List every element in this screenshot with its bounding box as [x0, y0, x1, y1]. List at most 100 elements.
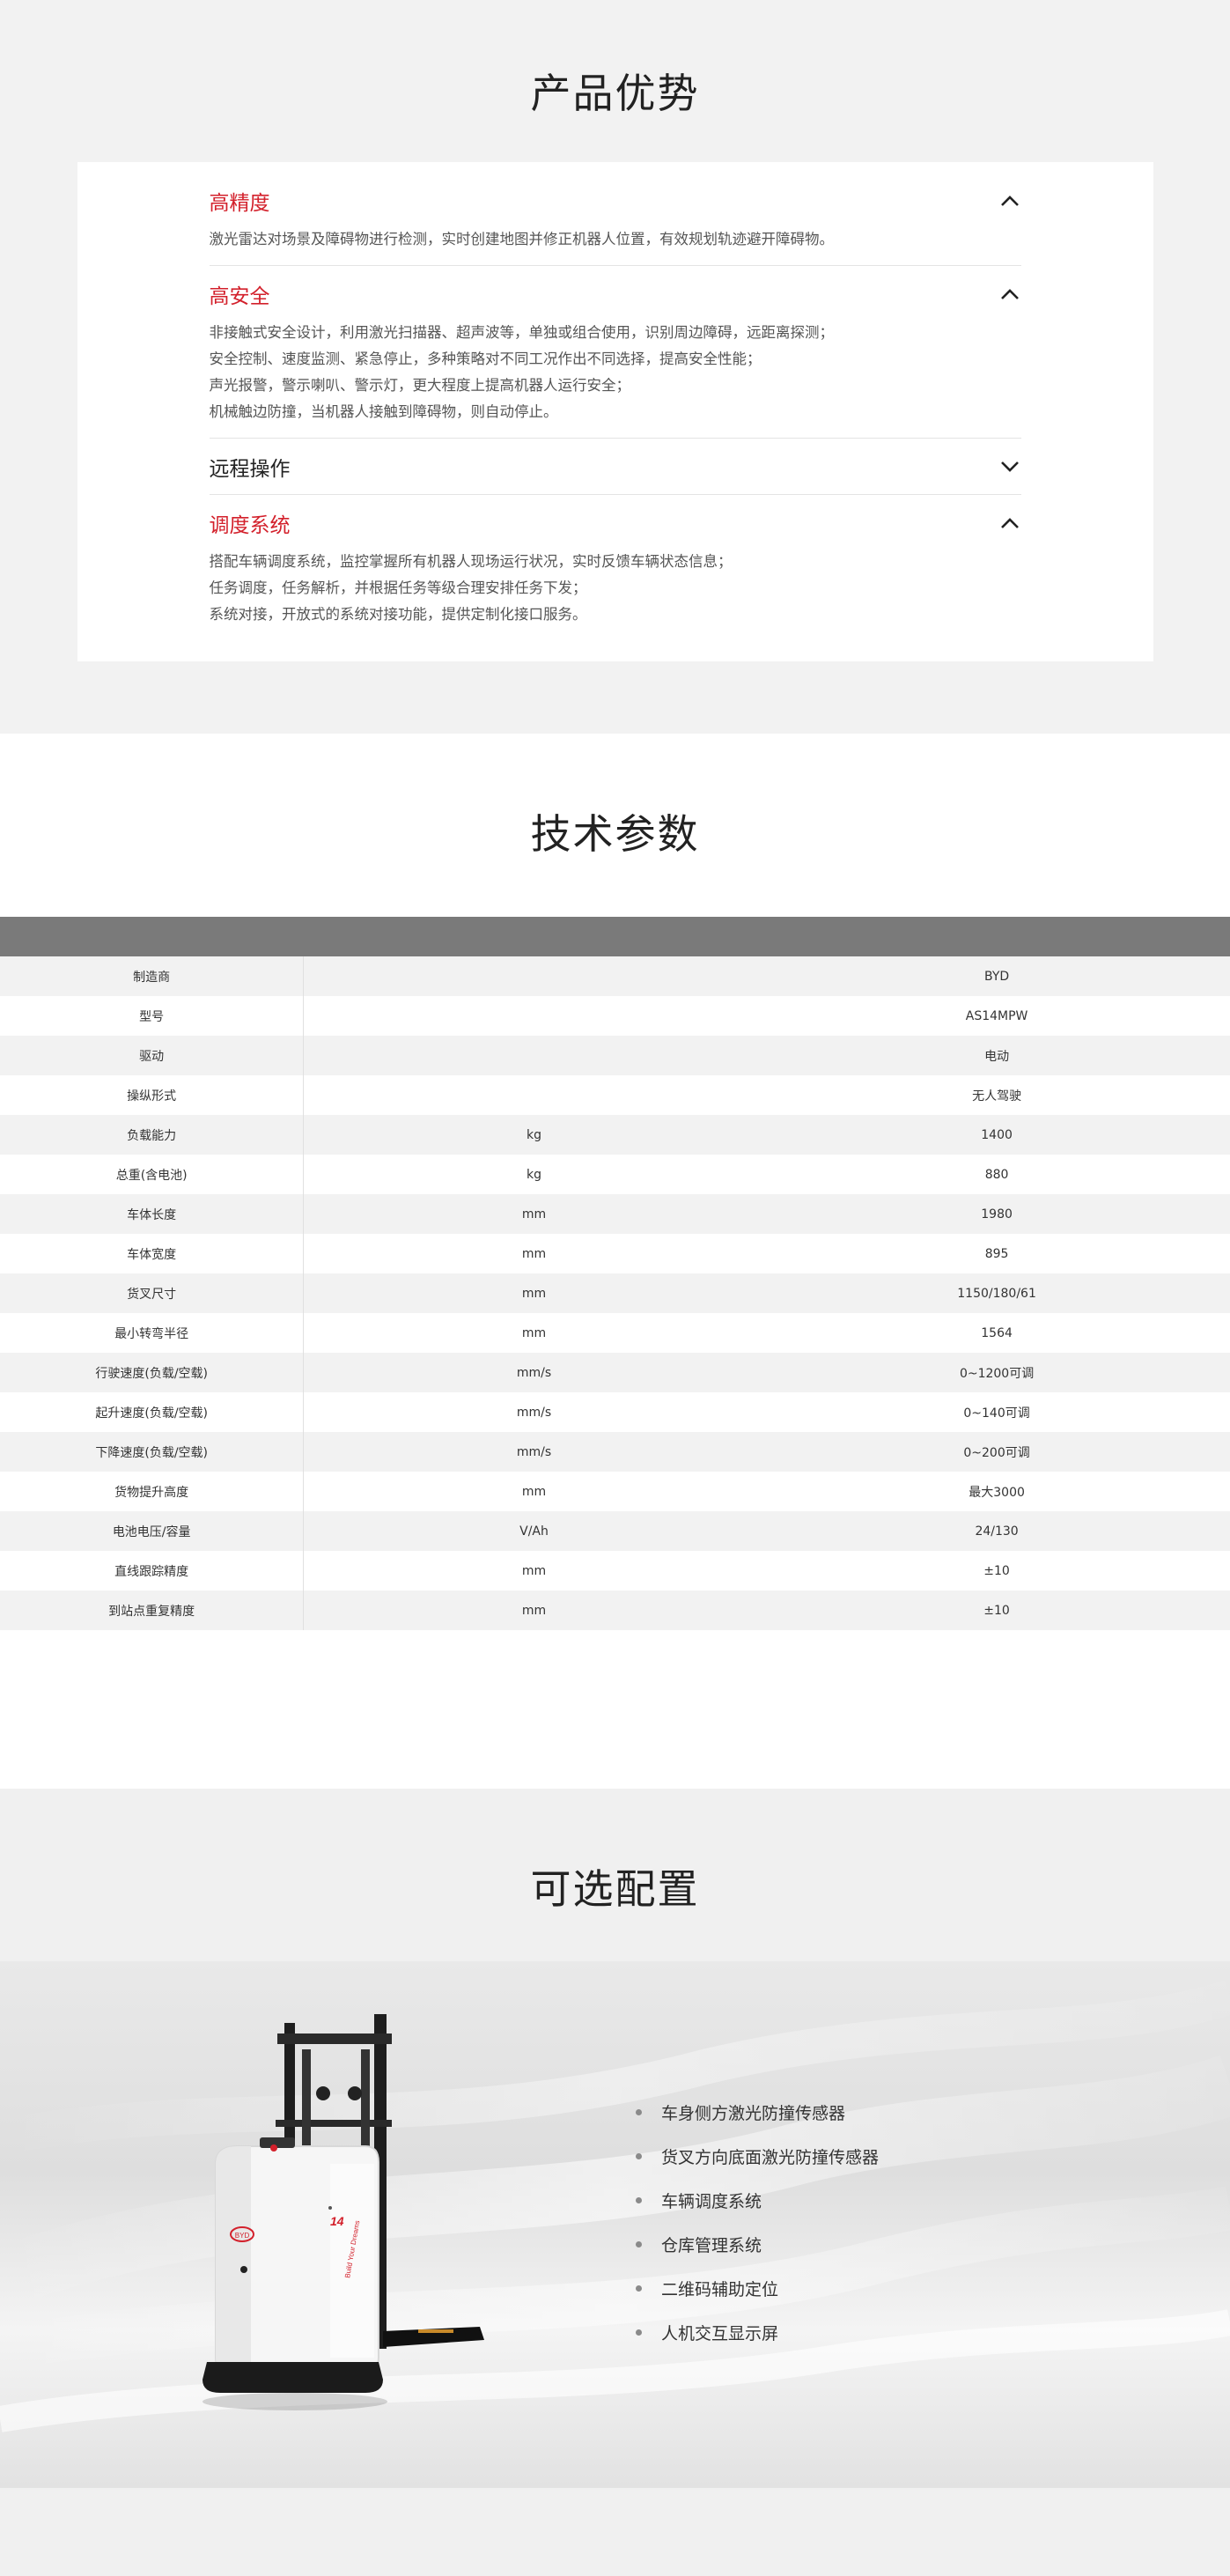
- table-row: 驱动 电动: [0, 1036, 1230, 1075]
- accordion-body-line: 搭配车辆调度系统，监控掌握所有机器人现场运行状况，实时反馈车辆状态信息；: [209, 553, 733, 570]
- spec-unit-cell: [303, 996, 764, 1036]
- option-label: 人机交互显示屏: [661, 2323, 779, 2343]
- table-row: 制造商 BYD: [0, 956, 1230, 996]
- accordion-body-line: 机械触边防撞，当机器人接触到障碍物，则自动停止。: [209, 403, 558, 420]
- spec-name-cell: 下降速度(负载/空载): [0, 1432, 305, 1472]
- accordion-header[interactable]: 高安全: [210, 279, 1021, 309]
- spec-unit-cell: [303, 1036, 764, 1075]
- chevron-up-icon[interactable]: [998, 189, 1021, 212]
- table-row: 车体宽度 mm 895: [0, 1234, 1230, 1273]
- table-row: 下降速度(负载/空载) mm/s 0~200可调: [0, 1432, 1230, 1472]
- table-row: 操纵形式 无人驾驶: [0, 1075, 1230, 1115]
- spec-unit-cell: kg: [303, 1115, 764, 1155]
- option-label: 车身侧方激光防撞传感器: [661, 2103, 846, 2123]
- spec-value-cell: 电动: [763, 1036, 1230, 1075]
- spec-name-cell: 起升速度(负载/空载): [0, 1392, 305, 1432]
- spec-value-cell: 24/130: [763, 1511, 1230, 1551]
- options-title: 可选配置: [530, 1865, 700, 1913]
- spec-name-cell: 货物提升高度: [0, 1472, 305, 1511]
- spec-name-cell: 电池电压/容量: [0, 1511, 305, 1551]
- specs-section: 技术参数 制造商 BYD 型号 AS14MPW 驱动 电动 操纵形式 无人驾驶 负载能力 kg 14…: [0, 734, 1230, 1789]
- spec-unit-cell: [303, 956, 764, 996]
- advantages-title: 产品优势: [530, 70, 700, 117]
- accordion-item: 高安全非接触式安全设计，利用激光扫描器、超声波等，单独或组合使用，识别周边障碍，…: [209, 266, 1021, 439]
- bullet-icon: [636, 2196, 642, 2203]
- spec-name-cell: 车体长度: [0, 1194, 305, 1234]
- specs-title: 技术参数: [530, 810, 700, 858]
- accordion-item: 调度系统搭配车辆调度系统，监控掌握所有机器人现场运行状况，实时反馈车辆状态信息；…: [210, 495, 1021, 640]
- bullet-icon: [636, 2240, 642, 2248]
- option-item: 车辆调度系统: [636, 2178, 879, 2222]
- accordion-body: 搭配车辆调度系统，监控掌握所有机器人现场运行状况，实时反馈车辆状态信息； 任务调度…: [210, 549, 1021, 628]
- spec-value-cell: ±10: [763, 1591, 1230, 1630]
- bullet-icon: [636, 2329, 642, 2336]
- option-item: 货叉方向底面激光防撞传感器: [636, 2134, 879, 2178]
- option-label: 货叉方向底面激光防撞传感器: [661, 2147, 880, 2167]
- spec-unit-cell: mm/s: [303, 1432, 764, 1472]
- table-row: 到站点重复精度 mm ±10: [0, 1591, 1230, 1630]
- spec-name-cell: 制造商: [0, 956, 305, 996]
- accordion-header[interactable]: 调度系统: [210, 508, 1021, 538]
- spec-value-cell: 0~140可调: [763, 1392, 1230, 1432]
- spec-unit-cell: V/Ah: [303, 1511, 764, 1551]
- accordion-header[interactable]: 高精度: [210, 186, 1021, 216]
- wave-background: [0, 1980, 1230, 2432]
- accordion-title: 调度系统: [209, 514, 291, 537]
- spec-value-cell: 1400: [763, 1115, 1230, 1155]
- spec-name-cell: 总重(含电池): [0, 1155, 305, 1194]
- forklift-model-label: 14: [330, 2214, 344, 2228]
- bullet-icon: [636, 2152, 642, 2159]
- table-row: 行驶速度(负载/空载) mm/s 0~1200可调: [0, 1353, 1230, 1392]
- chevron-down-icon[interactable]: [998, 455, 1021, 478]
- chevron-up-icon[interactable]: [998, 512, 1021, 535]
- table-row: 直线跟踪精度 mm ±10: [0, 1551, 1230, 1591]
- spec-value-cell: 0~1200可调: [763, 1353, 1230, 1392]
- option-item: 仓库管理系统: [636, 2222, 879, 2266]
- accordion-body-line: 声光报警，警示喇叭、警示灯，更大程度上提高机器人运行安全；: [209, 377, 631, 394]
- spec-unit-cell: mm: [303, 1273, 764, 1313]
- forklift-image: BYD 14 Build Your Dreams: [203, 2014, 484, 2410]
- table-row: 最小转弯半径 mm 1564: [0, 1313, 1230, 1353]
- spec-name-cell: 车体宽度: [0, 1234, 305, 1273]
- table-row: 货叉尺寸 mm 1150/180/61: [0, 1273, 1230, 1313]
- spec-name-cell: 驱动: [0, 1036, 305, 1075]
- accordion-header[interactable]: 远程操作: [210, 452, 1021, 482]
- spec-value-cell: ±10: [763, 1551, 1230, 1591]
- accordion-body-line: 系统对接，开放式的系统对接功能，提供定制化接口服务。: [209, 606, 587, 623]
- advantages-accordion: 高精度激光雷达对场景及障碍物进行检测，实时创建地图并修正机器人位置，有效规划轨迹…: [77, 162, 1153, 661]
- option-item: 二维码辅助定位: [636, 2266, 879, 2310]
- specs-table: 制造商 BYD 型号 AS14MPW 驱动 电动 操纵形式 无人驾驶 负载能力 kg 1400 总重(…: [0, 917, 1230, 1630]
- options-banner: BYD 14 Build Your Dreams 车身侧方激光防撞传感器货叉方向…: [0, 1961, 1230, 2488]
- spec-unit-cell: mm: [303, 1551, 764, 1591]
- accordion-body-line: 激光雷达对场景及障碍物进行检测，实时创建地图并修正机器人位置，有效规划轨迹避开障…: [209, 231, 835, 247]
- spec-value-cell: 880: [763, 1155, 1230, 1194]
- spec-unit-cell: kg: [303, 1155, 764, 1194]
- table-row: 总重(含电池) kg 880: [0, 1155, 1230, 1194]
- spec-name-cell: 型号: [0, 996, 305, 1036]
- option-label: 车辆调度系统: [661, 2191, 762, 2211]
- accordion-title: 高精度: [209, 192, 270, 215]
- accordion-body: 激光雷达对场景及障碍物进行检测，实时创建地图并修正机器人位置，有效规划轨迹避开障…: [210, 226, 1021, 253]
- forklift-brand: BYD: [235, 2232, 250, 2240]
- spec-name-cell: 负载能力: [0, 1115, 305, 1155]
- option-label: 仓库管理系统: [661, 2235, 762, 2255]
- spec-name-cell: 货叉尺寸: [0, 1273, 305, 1313]
- options-section: 可选配置 BYD 14 Build Your Dreams 车身侧方激光防撞传感…: [0, 1789, 1230, 2576]
- spec-unit-cell: mm: [303, 1234, 764, 1273]
- spec-unit-cell: mm/s: [303, 1353, 764, 1392]
- accordion-item: 高精度激光雷达对场景及障碍物进行检测，实时创建地图并修正机器人位置，有效规划轨迹…: [209, 173, 1021, 266]
- advantages-section: 产品优势 高精度激光雷达对场景及障碍物进行检测，实时创建地图并修正机器人位置，有…: [0, 0, 1230, 734]
- table-row: 电池电压/容量 V/Ah 24/130: [0, 1511, 1230, 1551]
- spec-unit-cell: mm: [303, 1591, 764, 1630]
- accordion-body: 非接触式安全设计，利用激光扫描器、超声波等，单独或组合使用，识别周边障碍，远距离…: [210, 320, 1021, 425]
- spec-value-cell: 无人驾驶: [763, 1075, 1230, 1115]
- specs-table-header: [0, 917, 1230, 956]
- spec-unit-cell: mm: [303, 1472, 764, 1511]
- chevron-up-icon[interactable]: [998, 283, 1021, 306]
- spec-unit-cell: mm/s: [303, 1392, 764, 1432]
- accordion-body-line: 任务调度，任务解析，并根据任务等级合理安排任务下发；: [209, 579, 587, 596]
- accordion-body-line: 非接触式安全设计，利用激光扫描器、超声波等，单独或组合使用，识别周边障碍，远距离…: [209, 324, 835, 341]
- spec-name-cell: 行驶速度(负载/空载): [0, 1353, 305, 1392]
- table-row: 起升速度(负载/空载) mm/s 0~140可调: [0, 1392, 1230, 1432]
- spec-value-cell: 1564: [763, 1313, 1230, 1353]
